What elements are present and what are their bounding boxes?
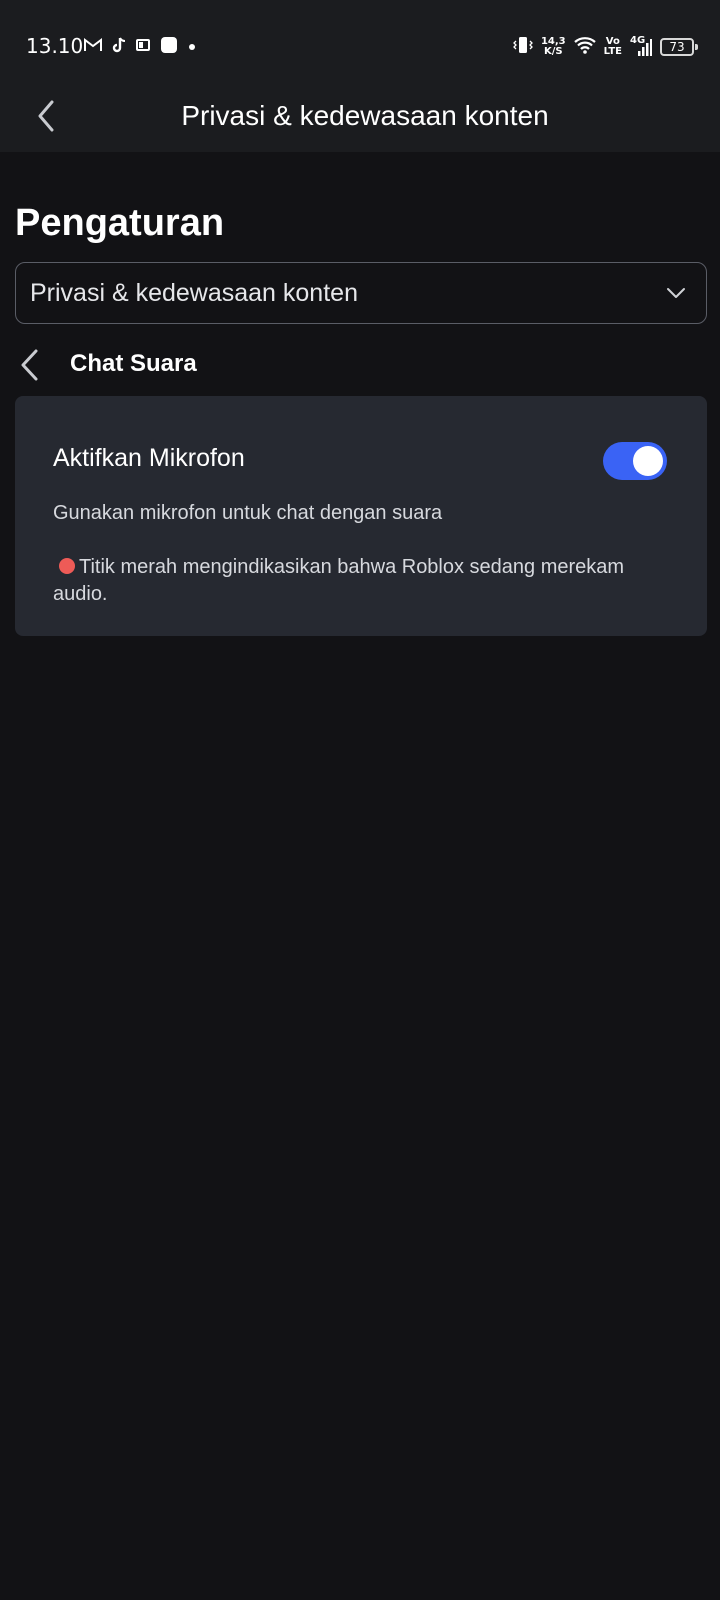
network-speed: 14,3 K/S xyxy=(541,37,566,57)
dot-icon xyxy=(188,38,196,56)
signal-icon: 4G xyxy=(630,35,652,57)
settings-category-dropdown[interactable]: Privasi & kedewasaan konten xyxy=(15,262,707,324)
red-dot-icon xyxy=(59,558,75,574)
status-time: 13.10 xyxy=(26,34,84,58)
recording-indicator-note: Titik merah mengindikasikan bahwa Roblox… xyxy=(53,554,663,608)
app-header: Privasi & kedewasaan konten xyxy=(0,80,720,152)
chevron-down-icon xyxy=(667,288,685,298)
subsection-back-button[interactable] xyxy=(14,348,46,382)
system-icons: 14,3 K/S Vo LTE 4G 73 xyxy=(513,34,698,60)
microphone-setting-card: Aktifkan Mikrofon Gunakan mikrofon untuk… xyxy=(15,396,707,636)
volte-bottom: LTE xyxy=(603,46,622,57)
page-title: Privasi & kedewasaan konten xyxy=(181,100,549,131)
outlook-icon xyxy=(136,38,150,57)
app-square-icon xyxy=(160,36,178,59)
wifi-icon xyxy=(573,36,596,59)
network-speed-unit: K/S xyxy=(543,46,563,57)
microphone-setting-label: Aktifkan Mikrofon xyxy=(53,444,245,472)
microphone-toggle[interactable] xyxy=(603,442,667,480)
gmail-icon xyxy=(84,37,102,57)
tiktok-icon xyxy=(112,36,126,58)
dropdown-selected-value: Privasi & kedewasaan konten xyxy=(30,279,358,307)
subsection-title: Chat Suara xyxy=(70,350,197,377)
volte-indicator: Vo LTE xyxy=(604,37,622,57)
battery-indicator: 73 xyxy=(660,38,698,56)
vibrate-icon xyxy=(513,36,533,59)
settings-heading: Pengaturan xyxy=(15,202,225,244)
notification-icons xyxy=(84,36,196,58)
microphone-setting-description: Gunakan mikrofon untuk chat dengan suara xyxy=(53,502,443,524)
toggle-knob xyxy=(633,446,663,476)
status-bar: 13.10 14,3 K/S Vo LTE 4G 73 xyxy=(0,0,720,80)
recording-note-text: Titik merah mengindikasikan bahwa Roblox… xyxy=(53,556,625,605)
chevron-left-icon xyxy=(21,349,38,381)
